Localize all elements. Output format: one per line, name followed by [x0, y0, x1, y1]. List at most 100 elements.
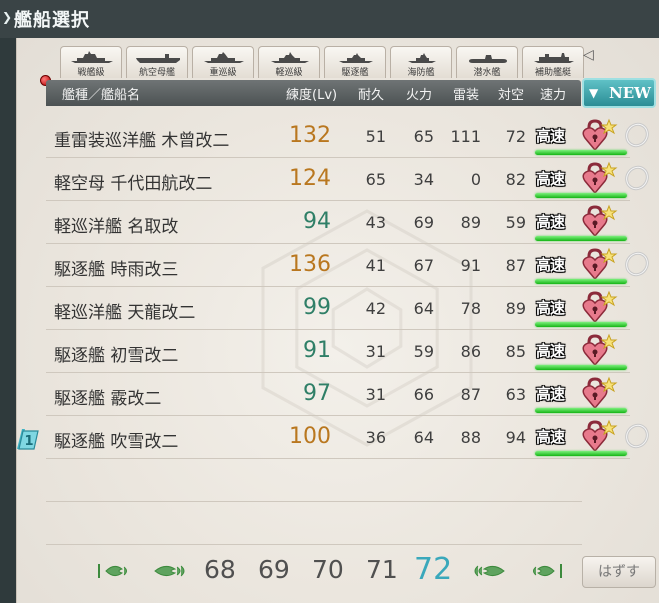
ship-row[interactable]: 駆逐艦 初雪改二 91 31 59 86 85 高速: [46, 329, 630, 373]
speed-label: 高速: [536, 428, 565, 446]
ship-row[interactable]: 軽空母 千代田航改二 124 65 34 0 82 高速: [46, 157, 649, 201]
stat-aa: 72: [505, 127, 526, 146]
page-number[interactable]: 70: [312, 555, 344, 584]
tab-label: 駆逐艦: [341, 68, 369, 78]
empty-row: [46, 501, 582, 545]
page-title: 艦船選択: [14, 10, 90, 31]
tab-label: 重巡級: [209, 68, 237, 78]
col-aa-header: 対空: [498, 88, 525, 103]
ship-row[interactable]: 駆逐艦 吹雪改二 100 36 64 88 94 高速: [46, 415, 649, 459]
stat-aa: 82: [505, 170, 526, 189]
sort-label: NEW: [609, 84, 651, 102]
stat-firepower: 65: [413, 127, 434, 146]
tab-carrier[interactable]: 航空母艦: [126, 46, 188, 78]
tab-battleship[interactable]: 戦艦級: [60, 46, 122, 78]
ship-row[interactable]: 軽巡洋艦 天龍改二 99 42 64 78 89 高速: [46, 286, 630, 330]
speed-badge: 高速: [536, 340, 580, 360]
stat-firepower: 69: [413, 213, 434, 232]
stat-hp: 36: [365, 428, 386, 447]
heart-lock-icon[interactable]: [582, 247, 618, 281]
speed-badge: 高速: [536, 125, 580, 145]
heart-lock-icon[interactable]: [582, 376, 618, 410]
stat-firepower: 34: [413, 170, 434, 189]
stat-firepower: 64: [413, 299, 434, 318]
speed-label: 高速: [536, 299, 565, 317]
ship-level: 94: [303, 209, 331, 234]
ship-name: 軽巡洋艦 天龍改二: [54, 303, 196, 323]
stat-hp: 31: [365, 385, 386, 404]
auxiliary-silhouette-icon: [534, 53, 574, 63]
ship-level: 91: [303, 338, 331, 363]
stat-firepower: 66: [413, 385, 434, 404]
pagination: 68 69 70 71 72: [96, 552, 576, 589]
stat-torpedo: 0: [470, 170, 481, 189]
stat-aa: 85: [505, 342, 526, 361]
next-page-icon[interactable]: [468, 561, 508, 581]
heavy-cruiser-silhouette-icon: [204, 52, 244, 63]
left-strip: [0, 38, 16, 603]
speed-label: 高速: [536, 342, 565, 360]
stat-aa: 89: [505, 299, 526, 318]
list-header: 艦種／艦船名 練度(Lv) 耐久 火力 雷装 対空 速力: [46, 80, 581, 106]
destroyer-silhouette-icon: [339, 53, 373, 63]
tab-light-cruiser[interactable]: 軽巡級: [258, 46, 320, 78]
prev-page-icon[interactable]: [151, 561, 191, 581]
collapse-tabs-icon[interactable]: ◁: [583, 47, 594, 63]
tab-heavy-cruiser[interactable]: 重巡級: [192, 46, 254, 78]
speed-badge: 高速: [536, 168, 580, 188]
stat-aa: 94: [505, 428, 526, 447]
stat-torpedo: 78: [460, 299, 481, 318]
heart-lock-icon[interactable]: [582, 419, 618, 453]
light-cruiser-silhouette-icon: [271, 52, 309, 63]
condition-bar: [535, 408, 627, 413]
ship-row[interactable]: 重雷装巡洋艦 木曾改二 132 51 65 111 72 高速: [46, 114, 649, 158]
escort-silhouette-icon: [408, 53, 436, 63]
speed-label: 高速: [536, 170, 565, 188]
speed-badge: 高速: [536, 383, 580, 403]
stat-torpedo: 86: [460, 342, 481, 361]
speed-badge: 高速: [536, 254, 580, 274]
page-number[interactable]: 71: [366, 555, 398, 584]
stat-hp: 41: [365, 256, 386, 275]
battleship-silhouette-icon: [71, 51, 113, 63]
first-page-icon[interactable]: [96, 561, 136, 581]
ship-row[interactable]: 軽巡洋艦 名取改 94 43 69 89 59 高速: [46, 200, 630, 244]
ship-row[interactable]: 駆逐艦 霰改二 97 31 66 87 63 高速: [46, 372, 630, 416]
tab-label: 海防艦: [407, 68, 435, 78]
tab-submarine[interactable]: 潜水艦: [456, 46, 518, 78]
speed-label: 高速: [536, 385, 565, 403]
sort-toggle-button[interactable]: ▼ NEW: [582, 78, 656, 108]
wedding-ring-icon: [619, 122, 655, 148]
tab-destroyer[interactable]: 駆逐艦: [324, 46, 386, 78]
page-number[interactable]: 69: [258, 555, 290, 584]
title-bar: ❯ 艦船選択: [0, 0, 659, 39]
heart-lock-icon[interactable]: [582, 118, 618, 152]
heart-lock-icon[interactable]: [582, 333, 618, 367]
col-firepower-header: 火力: [406, 88, 433, 103]
col-torpedo-header: 雷装: [453, 88, 480, 103]
stat-firepower: 67: [413, 256, 434, 275]
speed-badge: 高速: [536, 426, 580, 446]
heart-lock-icon[interactable]: [582, 161, 618, 195]
stat-torpedo: 88: [460, 428, 481, 447]
current-page-number[interactable]: 72: [414, 552, 452, 587]
condition-bar: [535, 451, 627, 456]
ship-row[interactable]: 駆逐艦 時雨改三 136 41 67 91 87 高速: [46, 243, 649, 287]
heart-lock-icon[interactable]: [582, 290, 618, 324]
ship-level: 97: [303, 381, 331, 406]
release-button[interactable]: はずす: [582, 556, 656, 588]
ship-name: 駆逐艦 初雪改二: [54, 346, 179, 366]
page-number[interactable]: 68: [204, 555, 236, 584]
wedding-ring-icon: [619, 251, 655, 277]
last-page-icon[interactable]: [524, 561, 564, 581]
ship-level: 132: [289, 123, 331, 148]
tab-label: 軽巡級: [275, 68, 303, 78]
condition-bar: [535, 365, 627, 370]
ship-level: 100: [289, 424, 331, 449]
heart-lock-icon[interactable]: [582, 204, 618, 238]
ship-name: 軽空母 千代田航改二: [54, 174, 213, 194]
ship-level: 99: [303, 295, 331, 320]
tab-escort[interactable]: 海防艦: [390, 46, 452, 78]
tab-auxiliary[interactable]: 補助艦艇: [522, 46, 584, 78]
stat-aa: 59: [505, 213, 526, 232]
